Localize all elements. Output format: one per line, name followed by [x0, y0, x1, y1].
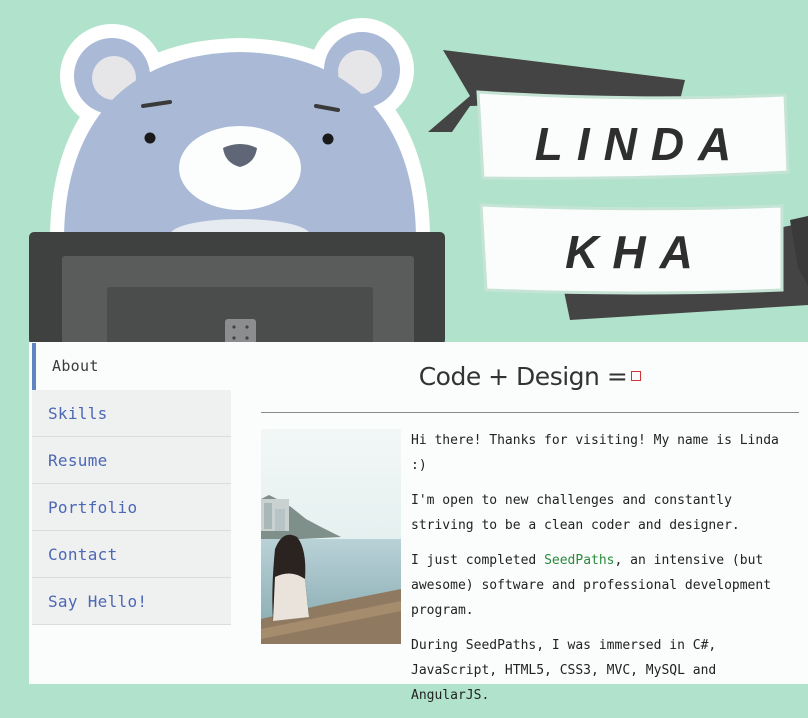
banner-last-name: KHA [565, 226, 707, 278]
profile-photo [261, 429, 401, 644]
laptop [29, 232, 445, 345]
side-nav: About Skills Resume Portfolio Contact Sa… [32, 343, 231, 625]
heading-text: Code + Design = [418, 362, 628, 391]
nav-item-about[interactable]: About [32, 343, 231, 390]
divider [261, 412, 799, 413]
hero-illustration: LINDA KHA [29, 18, 808, 345]
nav-item-skills[interactable]: Skills [32, 390, 231, 437]
intro-paragraph: I just completed SeedPaths, an intensive… [411, 548, 799, 623]
seedpaths-link[interactable]: SeedPaths [544, 553, 614, 568]
nav-item-say-hello[interactable]: Say Hello! [32, 578, 231, 625]
nav-item-portfolio[interactable]: Portfolio [32, 484, 231, 531]
name-banner: LINDA KHA [428, 50, 808, 320]
nav-item-resume[interactable]: Resume [32, 437, 231, 484]
bear-mascot [50, 18, 430, 251]
intro-paragraph: Hi there! Thanks for visiting! My name i… [411, 433, 779, 473]
intro-text: Hi there! Thanks for visiting! My name i… [411, 428, 799, 718]
intro-paragraph: During SeedPaths, I was immersed in C#, … [411, 638, 717, 703]
text-fragment: I just completed [411, 553, 545, 568]
intro-paragraph: I'm open to new challenges and constantl… [411, 493, 740, 533]
page-heading: Code + Design = [261, 362, 799, 391]
nav-item-contact[interactable]: Contact [32, 531, 231, 578]
banner-first-name: LINDA [535, 118, 746, 170]
heart-icon [631, 371, 642, 381]
